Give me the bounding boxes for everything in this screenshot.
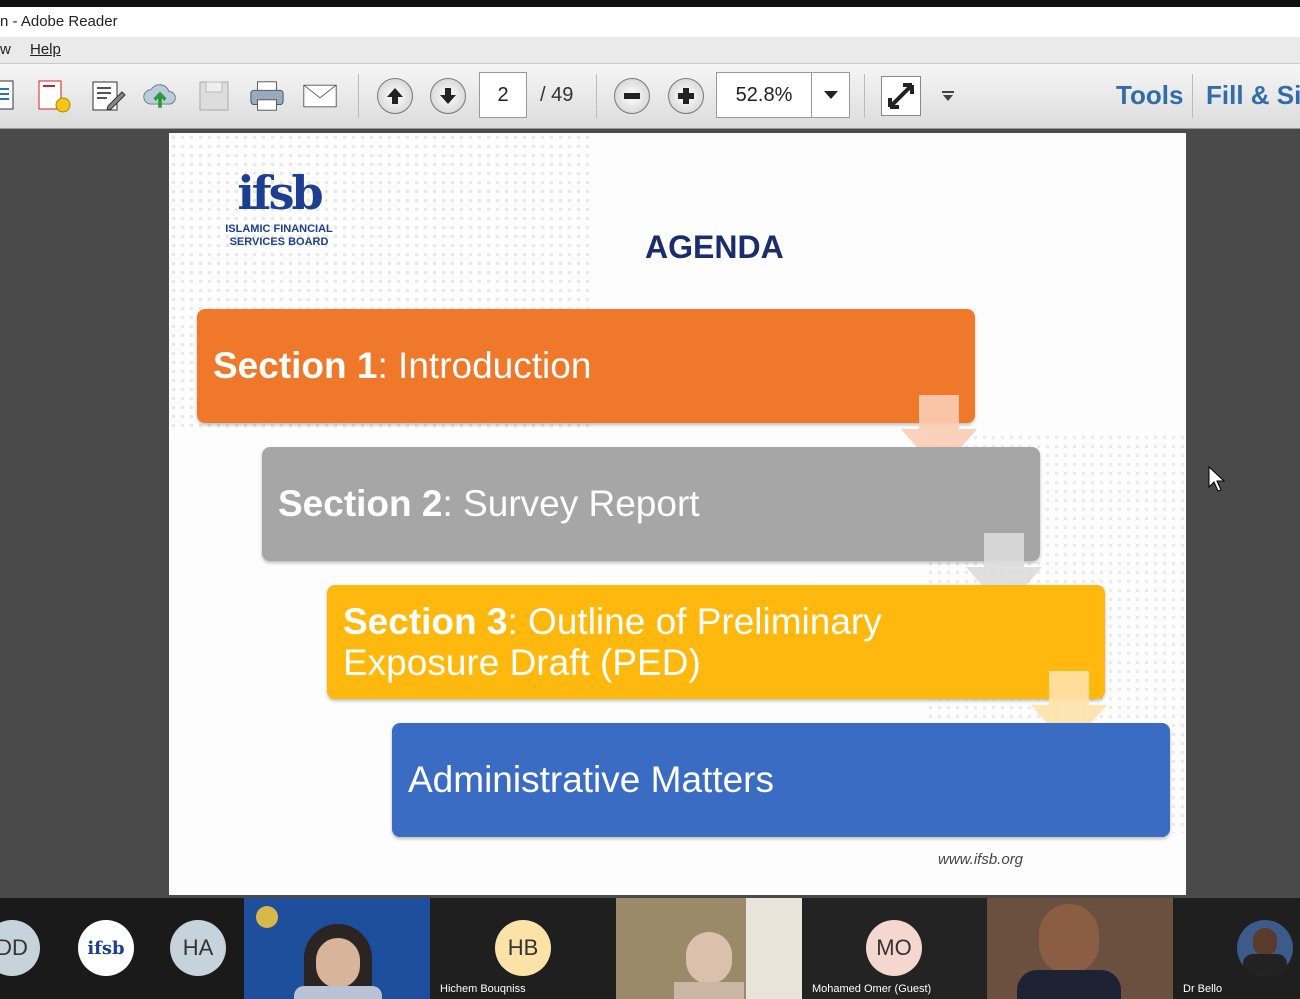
- logo-text-line2: SERVICES BOARD: [229, 236, 329, 248]
- toolbar-separator: [1192, 74, 1193, 118]
- participant-video-tile[interactable]: [616, 898, 802, 999]
- person-clothing: [1017, 970, 1121, 999]
- toolbar-separator: [358, 74, 359, 118]
- agenda-item-4: Administrative Matters: [392, 723, 1170, 837]
- pdf-page: ifsb ISLAMIC FINANCIAL SERVICES BOARD AG…: [169, 133, 1186, 895]
- avatar: HA: [170, 920, 226, 976]
- tools-pane-button[interactable]: Tools: [1116, 80, 1183, 111]
- menu-bar: w Help: [0, 37, 1300, 64]
- agenda-item-3-text-line2: Exposure Draft (PED): [343, 642, 701, 683]
- participant-tile[interactable]: HB Hichem Bouqniss: [430, 898, 616, 999]
- toolbar-options-icon[interactable]: [930, 78, 966, 114]
- page-total: / 49: [540, 84, 574, 106]
- zoom-select[interactable]: 52.8%: [716, 72, 850, 118]
- participant-name: Hichem Bouqniss: [440, 983, 526, 995]
- avatar: HB: [495, 920, 551, 976]
- participant-gallery: DD ifsb HA HB Hichem Bouqniss MO Mohamed…: [0, 898, 1300, 999]
- person-face: [686, 932, 732, 984]
- agenda-item-1-number: Section 1: [213, 345, 378, 386]
- agenda-item-1: Section 1: Introduction: [197, 309, 975, 423]
- participant-video-tile[interactable]: [987, 898, 1173, 999]
- cloud-upload-icon[interactable]: [142, 78, 178, 114]
- person-clothing: [1243, 954, 1287, 976]
- agenda-item-2-number: Section 2: [278, 483, 443, 524]
- agenda-item-3-text: : Outline of Preliminary: [507, 601, 882, 642]
- logo-text-line1: ISLAMIC FINANCIAL: [225, 223, 333, 235]
- website-url: www.ifsb.org: [938, 851, 1024, 868]
- next-page-icon[interactable]: [430, 78, 466, 114]
- menu-item-help[interactable]: Help: [30, 41, 61, 58]
- emblem-icon: [256, 906, 278, 928]
- person-clothing: [674, 982, 744, 999]
- participant-tile[interactable]: DD: [0, 898, 60, 999]
- print-icon[interactable]: [249, 78, 285, 114]
- avatar: [1237, 920, 1293, 976]
- agenda-item-4-text: Administrative Matters: [408, 759, 774, 800]
- avatar: DD: [0, 920, 40, 976]
- participant-tile[interactable]: Dr Bello: [1173, 898, 1300, 999]
- email-icon[interactable]: [302, 78, 338, 114]
- pdf-document-icon[interactable]: [36, 78, 72, 114]
- avatar: MO: [866, 920, 922, 976]
- edit-document-icon[interactable]: [90, 78, 126, 114]
- agenda-item-2: Section 2: Survey Report: [262, 447, 1040, 561]
- agenda-item-3: Section 3: Outline of Preliminary Exposur…: [327, 585, 1105, 699]
- toolbar-separator: [596, 74, 597, 118]
- zoom-out-icon[interactable]: [614, 78, 650, 114]
- participant-name: Mohamed Omer (Guest): [812, 983, 932, 995]
- agenda-item-3-number: Section 3: [343, 601, 508, 642]
- participant-tile[interactable]: MO Mohamed Omer (Guest): [802, 898, 987, 999]
- chevron-down-icon[interactable]: [811, 73, 850, 117]
- person-face: [316, 938, 360, 988]
- person-clothing: [294, 986, 382, 999]
- participant-tile[interactable]: ifsb: [60, 898, 152, 999]
- top-edge: [0, 0, 1300, 7]
- menu-item-view[interactable]: w: [0, 41, 11, 58]
- avatar: ifsb: [78, 920, 134, 976]
- zoom-in-icon[interactable]: [668, 78, 704, 114]
- slide-title: AGENDA: [645, 229, 784, 265]
- agenda-item-2-text: : Survey Report: [442, 483, 700, 524]
- logo-mark: ifsb: [237, 166, 323, 220]
- participant-name: Dr Bello: [1183, 983, 1223, 995]
- person-face: [1253, 928, 1277, 956]
- fit-page-icon[interactable]: [881, 76, 921, 116]
- toolbar-separator: [864, 74, 865, 118]
- page-number-input[interactable]: 2: [479, 72, 527, 118]
- ifsb-logo: ifsb ISLAMIC FINANCIAL SERVICES BOARD: [209, 163, 349, 263]
- person-face: [1039, 904, 1099, 974]
- mouse-cursor-icon: [1208, 466, 1226, 492]
- save-icon[interactable]: [196, 78, 232, 114]
- participant-tile[interactable]: HA: [152, 898, 244, 999]
- agenda-item-1-text: : Introduction: [377, 345, 592, 386]
- fill-sign-pane-button[interactable]: Fill & Si: [1206, 80, 1300, 111]
- title-bar: n - Adobe Reader: [0, 7, 1300, 37]
- toolbar: [0, 64, 1300, 129]
- previous-page-icon[interactable]: [377, 78, 413, 114]
- window-background: [746, 898, 802, 999]
- participant-video-tile[interactable]: [244, 898, 430, 999]
- zoom-value[interactable]: 52.8%: [717, 73, 811, 117]
- create-pdf-icon[interactable]: [0, 78, 22, 114]
- window-title: n - Adobe Reader: [0, 13, 118, 30]
